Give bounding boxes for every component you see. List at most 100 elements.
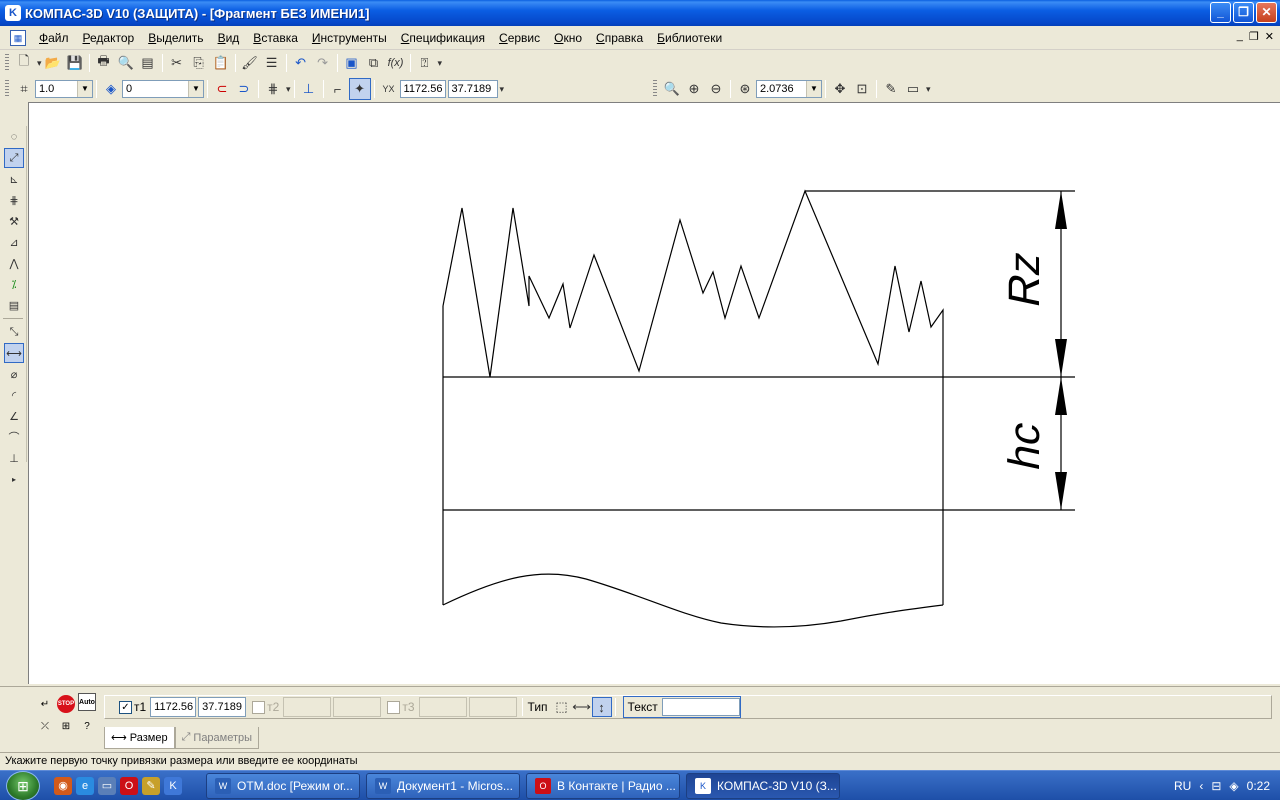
grid-icon[interactable]: ⋕: [262, 78, 284, 100]
start-button[interactable]: ⊞: [6, 770, 40, 800]
copy-icon[interactable]: ⎘: [188, 52, 210, 74]
expand-panel-icon[interactable]: ▸: [4, 469, 24, 489]
mdi-minimize-button[interactable]: _: [1237, 30, 1243, 43]
paste-icon[interactable]: 📋: [210, 52, 232, 74]
cursor-y-field[interactable]: 37.7189: [447, 80, 498, 98]
tool-icon[interactable]: ✎: [142, 776, 160, 795]
task-opera[interactable]: O В Контакте | Радио ...: [526, 772, 680, 799]
t3-checkbox[interactable]: [387, 700, 401, 714]
opera-icon[interactable]: O: [120, 776, 138, 795]
toolbar-options-icon[interactable]: ▾: [500, 84, 505, 95]
task-word-doc1[interactable]: W Документ1 - Micros...: [366, 772, 520, 799]
toolbar-grip[interactable]: [5, 54, 9, 72]
geometry-icon[interactable]: ◌: [4, 127, 24, 147]
cursor-x-field[interactable]: 1172.56: [399, 80, 446, 98]
context-help-icon[interactable]: ⍰: [414, 52, 436, 74]
menu-editor[interactable]: Редактор: [76, 31, 142, 45]
zoom-dynamic-icon[interactable]: ⊛: [734, 78, 756, 100]
document-icon[interactable]: ▦: [10, 29, 26, 46]
t2-x-field[interactable]: [283, 697, 332, 717]
t1-x-field[interactable]: 1172.56: [150, 697, 197, 717]
selection-icon[interactable]: ⋀: [4, 253, 24, 273]
snap-magnet-icon[interactable]: ⊂: [211, 78, 233, 100]
language-indicator[interactable]: RU: [1174, 779, 1191, 793]
menu-insert[interactable]: Вставка: [246, 31, 305, 45]
t2-y-field[interactable]: [333, 697, 382, 717]
arc-dimension-icon[interactable]: ⌒: [4, 427, 24, 447]
ortho-mode-icon[interactable]: ⌐: [327, 78, 349, 100]
tab-parameters[interactable]: ⤢ Параметры: [174, 727, 260, 749]
page-setup-icon[interactable]: ▤: [137, 52, 159, 74]
parametric-mode-icon[interactable]: ✦: [348, 78, 371, 100]
menu-file[interactable]: Файл: [32, 31, 76, 45]
menu-select[interactable]: Выделить: [141, 31, 210, 45]
variables-icon[interactable]: f(x): [385, 52, 407, 74]
drawing-canvas[interactable]: Rz hc: [28, 102, 1280, 684]
reports-icon[interactable]: ▤: [4, 295, 24, 315]
tray-expand-icon[interactable]: ‹: [1199, 779, 1203, 793]
stop-button[interactable]: STOP: [57, 695, 75, 713]
chevron-down-icon[interactable]: ▼: [806, 81, 821, 97]
auto-button[interactable]: Auto: [78, 693, 96, 711]
menu-help[interactable]: Справка: [589, 31, 650, 45]
print-icon[interactable]: 🖶: [93, 52, 115, 74]
grid-step-icon[interactable]: ⌗: [13, 78, 35, 100]
menu-view[interactable]: Вид: [211, 31, 247, 45]
designations-icon[interactable]: ⊾: [4, 169, 24, 189]
mdi-close-button[interactable]: ✕: [1265, 30, 1274, 43]
copy-properties-icon[interactable]: 🖌: [239, 52, 261, 74]
zoom-combo[interactable]: 2.0736 ▼: [756, 80, 822, 98]
layers-manager-icon[interactable]: ⧉: [363, 52, 385, 74]
text-field[interactable]: [661, 698, 740, 716]
t2-checkbox[interactable]: [252, 700, 266, 714]
type-parallel-icon[interactable]: ⬚: [552, 697, 572, 717]
manager-icon[interactable]: ▣: [341, 52, 363, 74]
t3-x-field[interactable]: [418, 697, 467, 717]
zoom-out-icon[interactable]: ⊖: [705, 78, 727, 100]
toolbar-options-icon[interactable]: ▾: [926, 84, 931, 95]
network-icon[interactable]: ⊟: [1211, 779, 1221, 793]
linear-dimension-icon[interactable]: ⟷: [4, 343, 24, 363]
toolbar-grip[interactable]: [5, 80, 9, 98]
print-preview-icon[interactable]: 🔍: [115, 52, 137, 74]
editing-icon[interactable]: ⋕: [4, 190, 24, 210]
clock[interactable]: 0:22: [1247, 779, 1270, 793]
menu-tools[interactable]: Инструменты: [305, 31, 394, 45]
t3-y-field[interactable]: [468, 697, 517, 717]
kompas-icon[interactable]: K: [164, 776, 182, 795]
minimize-button[interactable]: _: [1210, 2, 1231, 23]
ie-icon[interactable]: e: [76, 776, 94, 795]
drawing-svg[interactable]: Rz hc: [29, 103, 1280, 685]
maximize-button[interactable]: ❐: [1233, 2, 1254, 23]
toolbar-grip[interactable]: [653, 80, 657, 98]
zoom-window-icon[interactable]: 🔍: [661, 78, 683, 100]
layer-icon[interactable]: ◈: [100, 78, 122, 100]
refresh-image-icon[interactable]: ✎: [880, 78, 902, 100]
repeat-object-icon[interactable]: ⤫: [36, 717, 54, 735]
style-combo[interactable]: 1.0 ▼: [35, 80, 93, 98]
grid-dropdown-icon[interactable]: ▾: [286, 84, 291, 95]
close-button[interactable]: ✕: [1256, 2, 1277, 23]
type-vertical-icon[interactable]: ↕: [591, 697, 612, 717]
mdi-restore-button[interactable]: ❐: [1249, 30, 1259, 43]
undo-icon[interactable]: ↶: [290, 52, 312, 74]
create-object-icon[interactable]: ↵: [36, 695, 54, 713]
tab-size[interactable]: ⟷ Размер: [104, 727, 175, 749]
chevron-down-icon[interactable]: ▼: [188, 81, 203, 97]
layer-combo[interactable]: 0 ▼: [122, 80, 204, 98]
task-kompas[interactable]: K КОМПАС-3D V10 (З...: [686, 772, 840, 799]
toolbar-options-icon[interactable]: ▾: [438, 58, 443, 69]
t1-y-field[interactable]: 37.7189: [198, 697, 247, 717]
zoom-fit-icon[interactable]: ⊡: [851, 78, 873, 100]
chevron-down-icon[interactable]: ▼: [77, 81, 92, 97]
redo-icon[interactable]: ↷: [312, 52, 334, 74]
parametrization-icon[interactable]: ⚒: [4, 211, 24, 231]
spec-icon[interactable]: ⁒: [4, 274, 24, 294]
menu-window[interactable]: Окно: [547, 31, 589, 45]
menu-libraries[interactable]: Библиотеки: [650, 31, 729, 45]
t1-checkbox[interactable]: ✓: [119, 700, 132, 714]
new-document-icon[interactable]: 🗋: [13, 52, 35, 74]
angular-dimension-icon[interactable]: ∠: [4, 406, 24, 426]
task-word-otm[interactable]: W OTM.doc [Режим ог...: [206, 772, 360, 799]
properties-icon[interactable]: ☰: [261, 52, 283, 74]
